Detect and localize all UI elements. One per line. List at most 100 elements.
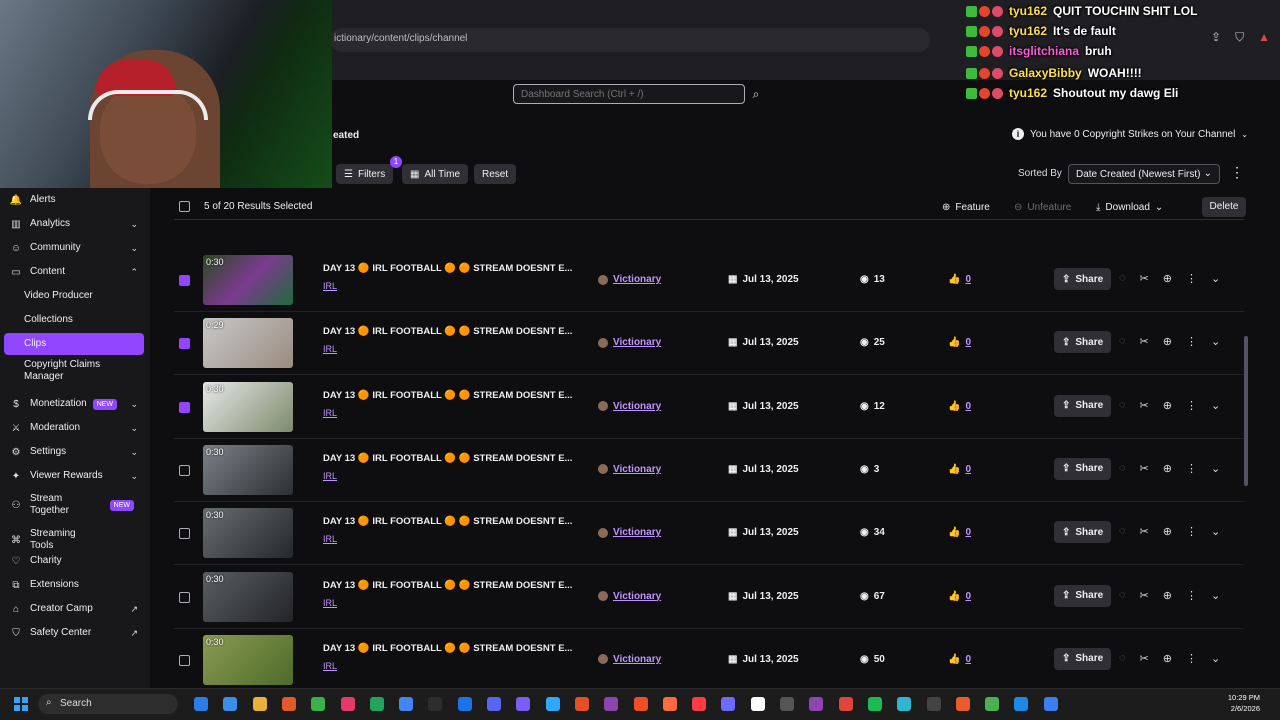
clip-creator[interactable]: Victionary	[598, 591, 661, 602]
clip-category[interactable]: IRL	[323, 471, 337, 481]
clip-likes[interactable]: 👍 0	[948, 591, 971, 602]
clip-title[interactable]: DAY 13 🟠 IRL FOOTBALL 🟠 🟠 STREAM DOESNT …	[323, 516, 572, 527]
spotify-icon[interactable]	[867, 697, 882, 711]
app-icon[interactable]	[838, 697, 853, 711]
more-options-icon[interactable]: ⋮	[1186, 652, 1197, 665]
row-checkbox[interactable]	[179, 654, 190, 666]
share-button[interactable]: ⇪ Share	[1054, 268, 1112, 290]
clip-creator[interactable]: Victionary	[598, 337, 661, 348]
firefox-icon[interactable]	[633, 697, 648, 711]
row-checkbox[interactable]	[179, 464, 190, 476]
more-options-icon[interactable]: ⋮	[1230, 164, 1244, 181]
clip-category[interactable]: IRL	[323, 408, 337, 418]
clip-likes[interactable]: 👍 0	[948, 527, 971, 538]
clip-likes[interactable]: 👍 0	[948, 654, 971, 665]
sidebar-item-content[interactable]: ▭ Content ⌃	[0, 261, 150, 283]
clip-thumbnail[interactable]: 0:30	[203, 444, 293, 495]
github-icon[interactable]	[399, 697, 414, 711]
taskbar-search[interactable]: ⌕ Search	[38, 694, 178, 714]
scissors-icon[interactable]: ✂	[1140, 335, 1149, 348]
sidebar-item-copyright-claims-manager[interactable]: Copyright Claims Manager	[0, 357, 150, 385]
clip-thumbnail[interactable]: 0:30	[203, 634, 293, 685]
scrollbar[interactable]	[1244, 336, 1248, 486]
chevron-down-icon[interactable]: ⌄	[1211, 525, 1220, 538]
sidebar-item-video-producer[interactable]: Video Producer	[0, 285, 150, 307]
sidebar-item-clips[interactable]: Clips	[4, 333, 144, 355]
clip-title[interactable]: DAY 13 🟠 IRL FOOTBALL 🟠 🟠 STREAM DOESNT …	[323, 643, 572, 654]
media-icon[interactable]	[662, 697, 677, 711]
app-icon[interactable]	[955, 697, 970, 711]
table-row[interactable]: 0:30 DAY 13 🟠 IRL FOOTBALL 🟠 🟠 STREAM DOE…	[174, 629, 1244, 692]
delete-button[interactable]: Delete	[1202, 197, 1246, 217]
sidebar-item-creator-camp[interactable]: ⌂ Creator Camp ↗	[0, 598, 150, 620]
sidebar-item-safety-center[interactable]: ⛉ Safety Center ↗	[0, 622, 150, 644]
app-icon[interactable]	[809, 697, 824, 711]
sidebar-item-stream-together[interactable]: ⚇ Stream Together NEW	[0, 491, 150, 519]
sidebar-item-community[interactable]: ☺ Community ⌄	[0, 237, 150, 259]
table-row[interactable]: 0:29 DAY 13 🟠 IRL FOOTBALL 🟠 🟠 STREAM DOE…	[174, 312, 1244, 376]
chevron-down-icon[interactable]: ⌄	[1211, 399, 1220, 412]
table-row[interactable]: 0:30 DAY 13 🟠 IRL FOOTBALL 🟠 🟠 STREAM DOE…	[174, 249, 1244, 312]
scissors-icon[interactable]: ✂	[1140, 589, 1149, 602]
sidebar-item-extensions[interactable]: ⧉ Extensions	[0, 574, 150, 596]
row-checkbox[interactable]	[179, 591, 190, 603]
scissors-icon[interactable]: ✂	[1140, 525, 1149, 538]
clip-title[interactable]: DAY 13 🟠 IRL FOOTBALL 🟠 🟠 STREAM DOESNT …	[323, 580, 572, 591]
clip-thumbnail[interactable]: 0:29	[203, 318, 293, 369]
clip-thumbnail[interactable]: 0:30	[203, 255, 293, 305]
clip-likes[interactable]: 👍 0	[948, 401, 971, 412]
share-button[interactable]: ⇪ Share	[1054, 584, 1112, 607]
discord-icon[interactable]	[487, 697, 501, 711]
select-all-checkbox[interactable]	[179, 201, 190, 212]
clip-creator[interactable]: Victionary	[598, 654, 661, 665]
windows-start-icon[interactable]	[14, 697, 28, 711]
row-checkbox[interactable]	[179, 401, 190, 413]
app-icon[interactable]	[574, 697, 589, 711]
more-options-icon[interactable]: ⋮	[1186, 272, 1197, 285]
chrome-icon[interactable]	[311, 697, 326, 711]
feature-button[interactable]: ⊕ Feature	[942, 198, 990, 216]
app-icon[interactable]	[897, 697, 912, 711]
more-options-icon[interactable]: ⋮	[1186, 589, 1197, 602]
app-icon[interactable]	[985, 697, 1000, 711]
sidebar-item-settings[interactable]: ⚙ Settings ⌄	[0, 441, 150, 463]
scissors-icon[interactable]: ✂	[1140, 272, 1149, 285]
sidebar-item-analytics[interactable]: ▥ Analytics ⌄	[0, 213, 150, 235]
share-button[interactable]: ⇪ Share	[1054, 457, 1112, 480]
row-checkbox[interactable]	[179, 338, 190, 350]
unfeature-button[interactable]: ⊖ Unfeature	[1014, 198, 1071, 216]
clip-thumbnail[interactable]: 0:30	[203, 508, 293, 559]
app-icon[interactable]	[457, 697, 472, 711]
chevron-down-icon[interactable]: ⌄	[1211, 462, 1220, 475]
more-options-icon[interactable]: ⋮	[1186, 525, 1197, 538]
gamepad-icon[interactable]	[428, 697, 443, 711]
files-icon[interactable]	[252, 697, 267, 711]
clip-likes[interactable]: 👍 0	[948, 337, 971, 348]
table-row[interactable]: 0:30 DAY 13 🟠 IRL FOOTBALL 🟠 🟠 STREAM DOE…	[174, 439, 1244, 502]
address-bar[interactable]: ictionary/content/clips/channel	[330, 28, 930, 52]
all-time-button[interactable]: ▦ All Time	[402, 164, 469, 184]
app-icon[interactable]	[750, 697, 765, 711]
sort-select[interactable]: Date Created (Newest First) ⌄	[1068, 164, 1220, 184]
plus-circle-icon[interactable]: ⊕	[1163, 335, 1172, 348]
filters-button[interactable]: ☰ Filters	[336, 164, 394, 184]
app-icon[interactable]	[926, 697, 941, 711]
clip-category[interactable]: IRL	[323, 344, 337, 354]
clip-category[interactable]: IRL	[323, 661, 337, 671]
vscode-icon[interactable]	[516, 697, 531, 711]
clip-creator[interactable]: Victionary	[598, 464, 661, 475]
table-row[interactable]: 0:30 DAY 13 🟠 IRL FOOTBALL 🟠 🟠 STREAM DOE…	[174, 376, 1244, 439]
plus-circle-icon[interactable]: ⊕	[1163, 589, 1172, 602]
steam-icon[interactable]	[1014, 697, 1029, 711]
reset-button[interactable]: Reset	[474, 164, 517, 184]
clip-likes[interactable]: 👍 0	[948, 464, 971, 475]
chevron-down-icon[interactable]: ⌄	[1211, 589, 1220, 602]
app-icon[interactable]	[604, 697, 619, 711]
sidebar-item-alerts[interactable]: 🔔 Alerts	[0, 189, 150, 211]
row-checkbox[interactable]	[179, 275, 190, 286]
sidebar-item-monetization[interactable]: $ Monetization NEW ⌄	[0, 393, 150, 415]
table-row[interactable]: 0:30 DAY 13 🟠 IRL FOOTBALL 🟠 🟠 STREAM DOE…	[174, 566, 1244, 629]
photoshop-icon[interactable]	[545, 697, 560, 711]
sidebar-item-viewer-rewards[interactable]: ✦ Viewer Rewards ⌄	[0, 465, 150, 487]
plus-circle-icon[interactable]: ⊕	[1163, 272, 1172, 285]
